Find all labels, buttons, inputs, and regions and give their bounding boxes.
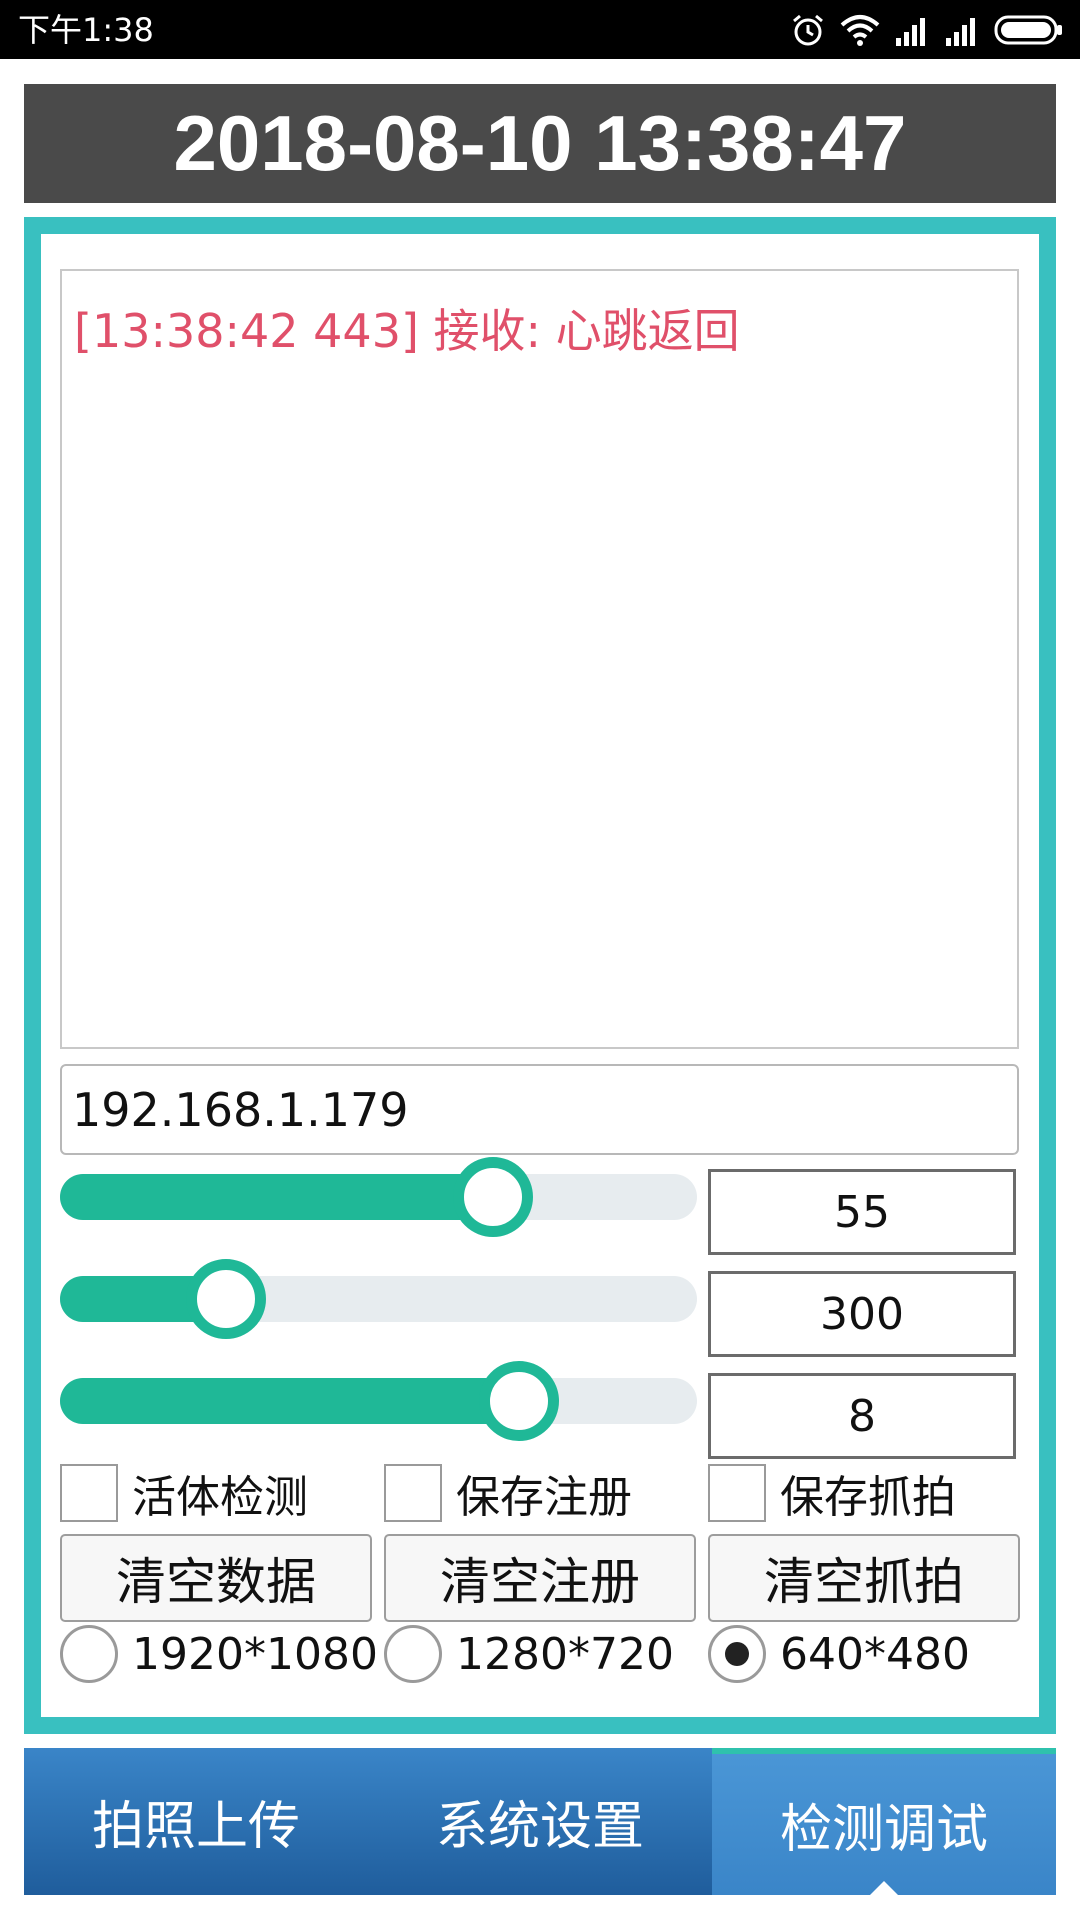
slider-2[interactable]: [60, 1259, 697, 1339]
radio-640x480[interactable]: 640*480: [708, 1622, 970, 1686]
tab-detect-debug[interactable]: 检测调试: [712, 1748, 1056, 1895]
datetime-header: 2018-08-10 13:38:47: [24, 84, 1056, 203]
radio-circle[interactable]: [60, 1625, 118, 1683]
slider-thumb[interactable]: [186, 1259, 266, 1339]
slider-fill: [60, 1378, 519, 1424]
tab-label: 拍照上传: [91, 1797, 300, 1857]
slider-1-value[interactable]: 55: [708, 1169, 1016, 1255]
status-icons: [790, 10, 1064, 50]
checkbox-label: 活体检测: [132, 1472, 308, 1523]
bottom-tab-bar: 拍照上传 系统设置 检测调试: [24, 1748, 1056, 1895]
slider-thumb[interactable]: [479, 1361, 559, 1441]
log-textarea[interactable]: [13:38:42 443] 接收: 心跳返回: [60, 269, 1019, 1049]
radio-circle[interactable]: [384, 1625, 442, 1683]
checkbox-box[interactable]: [384, 1464, 442, 1522]
tab-photo-upload[interactable]: 拍照上传: [24, 1748, 368, 1895]
checkbox-box[interactable]: [708, 1464, 766, 1522]
status-time: 下午1:38: [18, 11, 154, 49]
radio-1280x720[interactable]: 1280*720: [384, 1622, 674, 1686]
slider-thumb[interactable]: [453, 1157, 533, 1237]
checkbox-label: 保存抓拍: [780, 1472, 956, 1523]
radio-label: 1920*1080: [132, 1628, 378, 1680]
ip-address-field[interactable]: 192.168.1.179: [60, 1064, 1019, 1155]
checkbox-save-register[interactable]: 保存注册: [384, 1461, 632, 1525]
signal-icon: [896, 18, 925, 46]
checkbox-box[interactable]: [60, 1464, 118, 1522]
tab-system-settings[interactable]: 系统设置: [368, 1748, 712, 1895]
radio-label: 640*480: [780, 1628, 970, 1680]
slider-fill: [60, 1174, 493, 1220]
checkbox-label: 保存注册: [456, 1472, 632, 1523]
battery-icon: [994, 15, 1062, 45]
radio-circle[interactable]: [708, 1625, 766, 1683]
slider-2-value[interactable]: 300: [708, 1271, 1016, 1357]
wifi-icon: [840, 15, 880, 46]
alarm-icon: [793, 14, 823, 46]
signal-icon: [946, 18, 975, 46]
active-tab-caret: [870, 1881, 898, 1895]
tab-label: 系统设置: [435, 1797, 644, 1857]
radio-label: 1280*720: [456, 1628, 674, 1680]
debug-panel: [13:38:42 443] 接收: 心跳返回 192.168.1.179 55…: [24, 217, 1056, 1734]
clear-register-button[interactable]: 清空注册: [384, 1534, 696, 1622]
slider-3-value[interactable]: 8: [708, 1373, 1016, 1459]
checkbox-liveness[interactable]: 活体检测: [60, 1461, 308, 1525]
clear-data-button[interactable]: 清空数据: [60, 1534, 372, 1622]
clear-capture-button[interactable]: 清空抓拍: [708, 1534, 1020, 1622]
tab-label: 检测调试: [779, 1800, 988, 1860]
slider-1[interactable]: [60, 1157, 697, 1237]
slider-3[interactable]: [60, 1361, 697, 1441]
checkbox-save-capture[interactable]: 保存抓拍: [708, 1461, 956, 1525]
log-line: [13:38:42 443] 接收: 心跳返回: [74, 304, 740, 358]
status-bar: 下午1:38: [0, 0, 1080, 59]
radio-1920x1080[interactable]: 1920*1080: [60, 1622, 378, 1686]
